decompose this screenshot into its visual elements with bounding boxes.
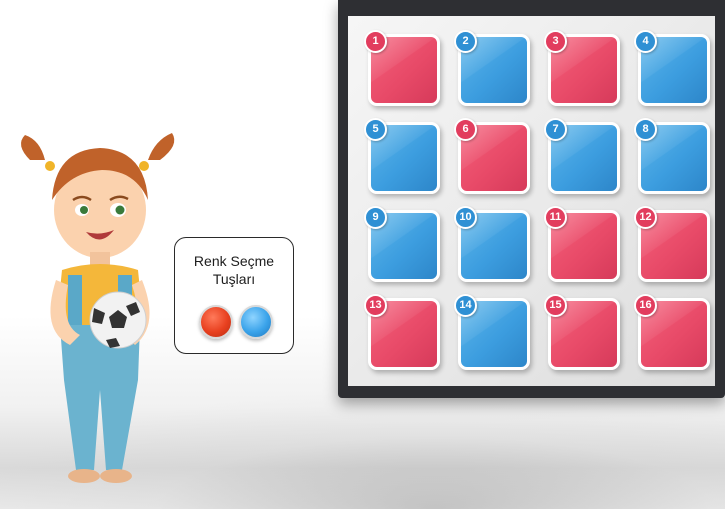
color-selection-panel: Renk Seçme Tuşları	[174, 237, 294, 354]
tile-13[interactable]: 13	[364, 294, 440, 370]
tile-number-badge: 15	[544, 294, 567, 317]
tile-6[interactable]: 6	[454, 118, 530, 194]
tile-12[interactable]: 12	[634, 206, 710, 282]
tile-number-badge: 4	[634, 30, 657, 53]
tile-15[interactable]: 15	[544, 294, 620, 370]
red-color-button[interactable]	[199, 305, 233, 339]
tile-number-badge: 9	[364, 206, 387, 229]
girl-with-ball-illustration	[21, 133, 175, 483]
tile-3[interactable]: 3	[544, 30, 620, 106]
color-selection-title: Renk Seçme Tuşları	[175, 252, 293, 288]
tile-1[interactable]: 1	[364, 30, 440, 106]
tile-2[interactable]: 2	[454, 30, 530, 106]
tile-number-badge: 13	[364, 294, 387, 317]
tile-number-badge: 3	[544, 30, 567, 53]
tile-7[interactable]: 7	[544, 118, 620, 194]
tile-number-badge: 10	[454, 206, 477, 229]
tile-number-badge: 1	[364, 30, 387, 53]
tile-8[interactable]: 8	[634, 118, 710, 194]
tile-number-badge: 2	[454, 30, 477, 53]
blue-color-button[interactable]	[239, 305, 273, 339]
tile-number-badge: 12	[634, 206, 657, 229]
tile-number-badge: 16	[634, 294, 657, 317]
tile-number-badge: 8	[634, 118, 657, 141]
color-selection-title-line1: Renk Seçme	[193, 253, 275, 269]
tile-number-badge: 6	[454, 118, 477, 141]
tile-11[interactable]: 11	[544, 206, 620, 282]
tile-number-badge: 11	[544, 206, 567, 229]
tile-4[interactable]: 4	[634, 30, 710, 106]
tile-number-badge: 5	[364, 118, 387, 141]
tile-16[interactable]: 16	[634, 294, 710, 370]
tile-10[interactable]: 10	[454, 206, 530, 282]
tile-grid-screen: 1 2 3 4 5 6 7 8 9 10 11 12 13 14 15 16	[348, 16, 715, 386]
tile-number-badge: 7	[544, 118, 567, 141]
tile-number-badge: 14	[454, 294, 477, 317]
color-selection-title-line2: Tuşları	[212, 271, 256, 287]
monitor-frame: 1 2 3 4 5 6 7 8 9 10 11 12 13 14 15 16	[338, 0, 725, 398]
tile-5[interactable]: 5	[364, 118, 440, 194]
tile-9[interactable]: 9	[364, 206, 440, 282]
tile-14[interactable]: 14	[454, 294, 530, 370]
